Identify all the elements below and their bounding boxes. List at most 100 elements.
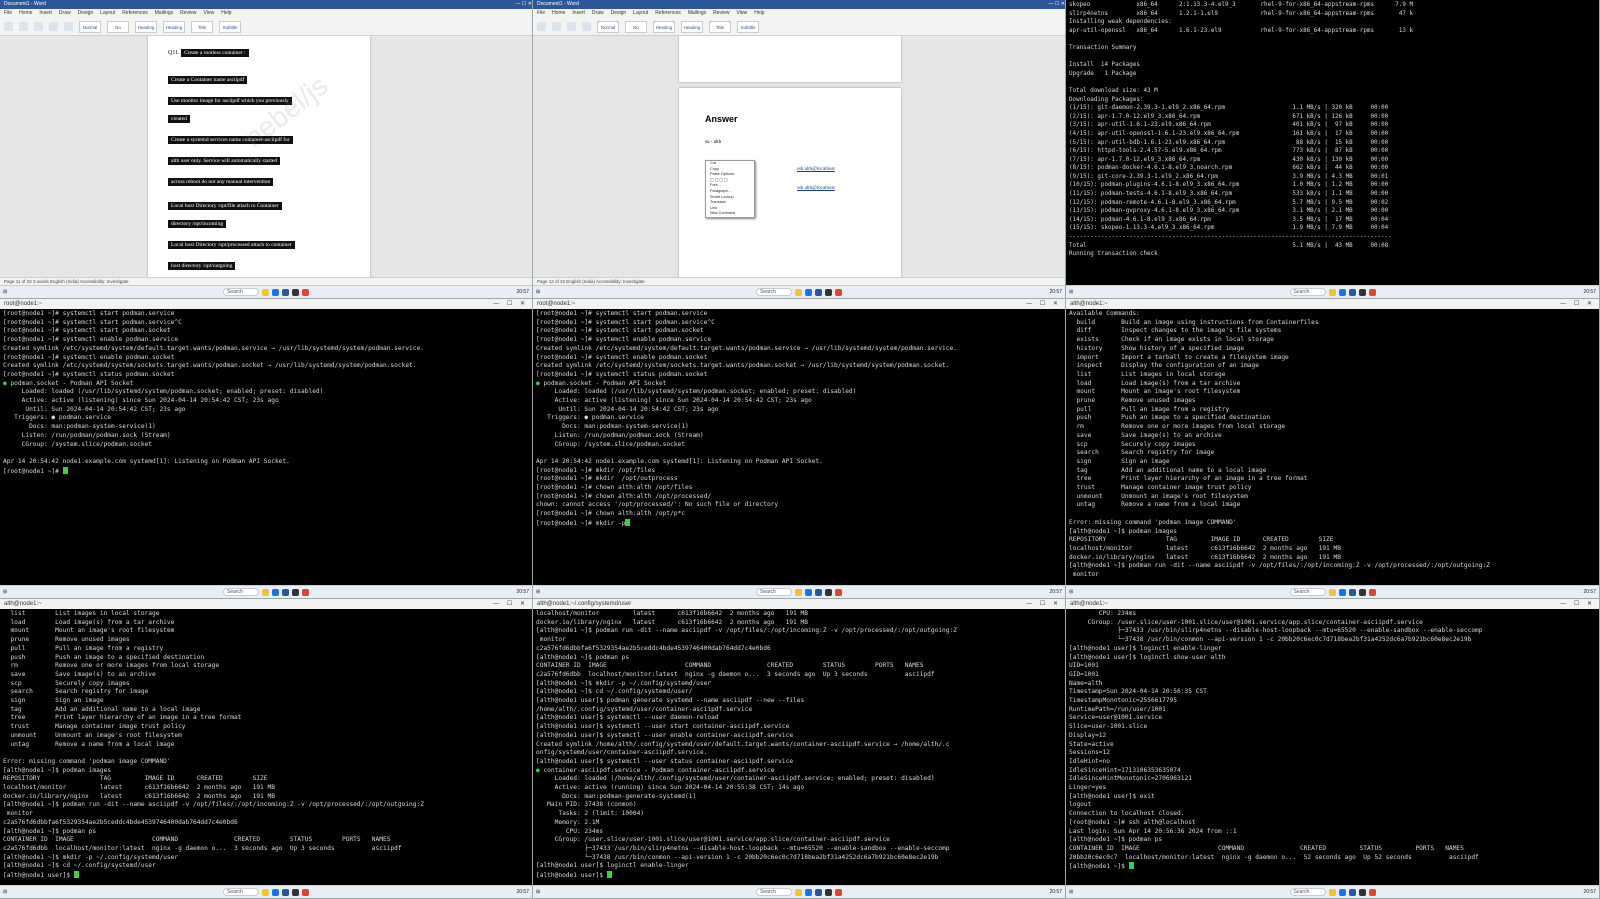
tab-view[interactable]: View (204, 9, 215, 17)
chrome-icon[interactable] (302, 888, 309, 896)
tab-view[interactable]: View (737, 9, 748, 17)
taskbar-search[interactable]: Search (756, 288, 792, 296)
browser-icon[interactable] (805, 888, 812, 896)
highlight-icon[interactable] (64, 22, 73, 31)
start-icon[interactable]: ⊞ (1069, 589, 1073, 595)
terminal-output[interactable]: localhost/monitor latest c613f16b6642 2 … (533, 609, 1065, 885)
chrome-icon[interactable] (1368, 588, 1376, 596)
start-icon[interactable]: ⊞ (536, 289, 540, 295)
tab-draw[interactable]: Draw (592, 9, 604, 17)
browser-icon[interactable] (1338, 288, 1346, 296)
paste-icon[interactable] (537, 22, 546, 31)
style-title[interactable]: Title (191, 20, 213, 33)
tab-references[interactable]: References (655, 9, 681, 17)
tab-references[interactable]: References (122, 9, 148, 17)
start-icon[interactable]: ⊞ (3, 589, 7, 595)
document-page[interactable]: Answer su - alth ssh alth@localhost ssh … (679, 88, 901, 277)
style-heading-2[interactable]: Heading 2 (163, 20, 185, 41)
style-title[interactable]: Title (709, 20, 731, 33)
files-icon[interactable] (795, 588, 802, 596)
word-icon[interactable] (282, 288, 289, 296)
snippet[interactable]: ssh alth@localhost (797, 167, 875, 172)
tab-home[interactable]: Home (552, 9, 565, 17)
terminal-icon[interactable] (1358, 588, 1366, 596)
window-controls[interactable]: — ☐ ✕ (493, 599, 532, 609)
word-icon[interactable] (1348, 588, 1356, 596)
tab-mailings[interactable]: Mailings (688, 9, 706, 17)
bold-icon[interactable] (19, 22, 28, 31)
chrome-icon[interactable] (835, 888, 842, 896)
word-icon[interactable] (1348, 888, 1356, 896)
document-page-prev[interactable] (679, 36, 901, 82)
browser-icon[interactable] (272, 888, 279, 896)
files-icon[interactable] (1328, 888, 1336, 896)
tab-file[interactable]: File (537, 9, 545, 17)
terminal-output[interactable]: list List images in local storage load L… (0, 609, 532, 885)
italic-icon[interactable] (34, 22, 43, 31)
tab-mailings[interactable]: Mailings (155, 9, 173, 17)
terminal-icon[interactable] (292, 288, 299, 296)
files-icon[interactable] (262, 888, 269, 896)
word-icon[interactable] (1348, 288, 1356, 296)
start-icon[interactable]: ⊞ (536, 589, 540, 595)
style-heading-1[interactable]: Heading 1 (135, 20, 157, 41)
terminal-output[interactable]: [root@node1 ~]# systemctl start podman.s… (533, 309, 1065, 585)
terminal-output[interactable]: skopeo x86_64 2:1.13.3-4.el9_3 rhel-9-fo… (1066, 0, 1599, 285)
tab-home[interactable]: Home (19, 9, 32, 17)
tab-help[interactable]: Help (221, 9, 231, 17)
terminal-output[interactable]: [root@node1 ~]# systemctl start podman.s… (0, 309, 532, 585)
style-subtitle[interactable]: Subtitle (219, 20, 241, 33)
tab-layout[interactable]: Layout (633, 9, 648, 17)
window-controls[interactable]: — ☐ ✕ (1560, 299, 1599, 309)
browser-icon[interactable] (1338, 888, 1346, 896)
terminal-icon[interactable] (825, 588, 832, 596)
start-icon[interactable]: ⊞ (3, 889, 7, 895)
files-icon[interactable] (262, 288, 269, 296)
document-page[interactable]: Q11. Create a rootless container : Creat… (148, 36, 370, 277)
files-icon[interactable] (1328, 588, 1336, 596)
bold-icon[interactable] (552, 22, 561, 31)
tab-design[interactable]: Design (611, 9, 627, 17)
window-controls[interactable]: — ☐ ✕ (493, 299, 532, 309)
window-controls[interactable]: — ☐ ✕ (516, 0, 532, 9)
tab-file[interactable]: File (4, 9, 12, 17)
terminal-icon[interactable] (825, 288, 832, 296)
taskbar-search[interactable]: Search (1289, 888, 1326, 896)
start-icon[interactable]: ⊞ (536, 889, 540, 895)
files-icon[interactable] (262, 588, 269, 596)
word-icon[interactable] (815, 888, 822, 896)
word-icon[interactable] (282, 588, 289, 596)
underline-icon[interactable] (49, 22, 58, 31)
taskbar-search[interactable]: Search (756, 888, 792, 896)
window-controls[interactable]: — ☐ ✕ (1560, 599, 1599, 609)
start-icon[interactable]: ⊞ (1069, 289, 1073, 295)
tab-review[interactable]: Review (180, 9, 196, 17)
style-no-spacing[interactable]: No Spacing (107, 20, 129, 41)
underline-icon[interactable] (582, 22, 591, 31)
browser-icon[interactable] (272, 588, 279, 596)
taskbar-search[interactable]: Search (223, 888, 259, 896)
style-heading-2[interactable]: Heading 2 (681, 20, 703, 41)
style-no-spacing[interactable]: No Spacing (625, 20, 647, 41)
word-icon[interactable] (815, 288, 822, 296)
terminal-icon[interactable] (825, 888, 832, 896)
chrome-icon[interactable] (1368, 288, 1376, 296)
tab-insert[interactable]: Insert (39, 9, 52, 17)
style-normal[interactable]: Normal (79, 20, 101, 33)
tab-help[interactable]: Help (754, 9, 764, 17)
snippet[interactable]: ssh alth@localhost (797, 186, 875, 191)
terminal-icon[interactable] (1358, 888, 1366, 896)
chrome-icon[interactable] (1368, 888, 1376, 896)
terminal-icon[interactable] (292, 588, 299, 596)
window-controls[interactable]: — ☐ ✕ (1026, 599, 1065, 609)
chrome-icon[interactable] (302, 288, 309, 296)
files-icon[interactable] (795, 288, 802, 296)
browser-icon[interactable] (272, 288, 279, 296)
terminal-output[interactable]: CPU: 234ms CGroup: /user.slice/user-1001… (1066, 609, 1599, 885)
style-heading-1[interactable]: Heading 1 (653, 20, 675, 41)
menu-item-new-comment[interactable]: New Comment (706, 211, 754, 217)
taskbar-search[interactable]: Search (223, 588, 259, 596)
files-icon[interactable] (1328, 288, 1336, 296)
start-icon[interactable]: ⊞ (3, 289, 7, 295)
style-normal[interactable]: Normal (597, 20, 619, 33)
